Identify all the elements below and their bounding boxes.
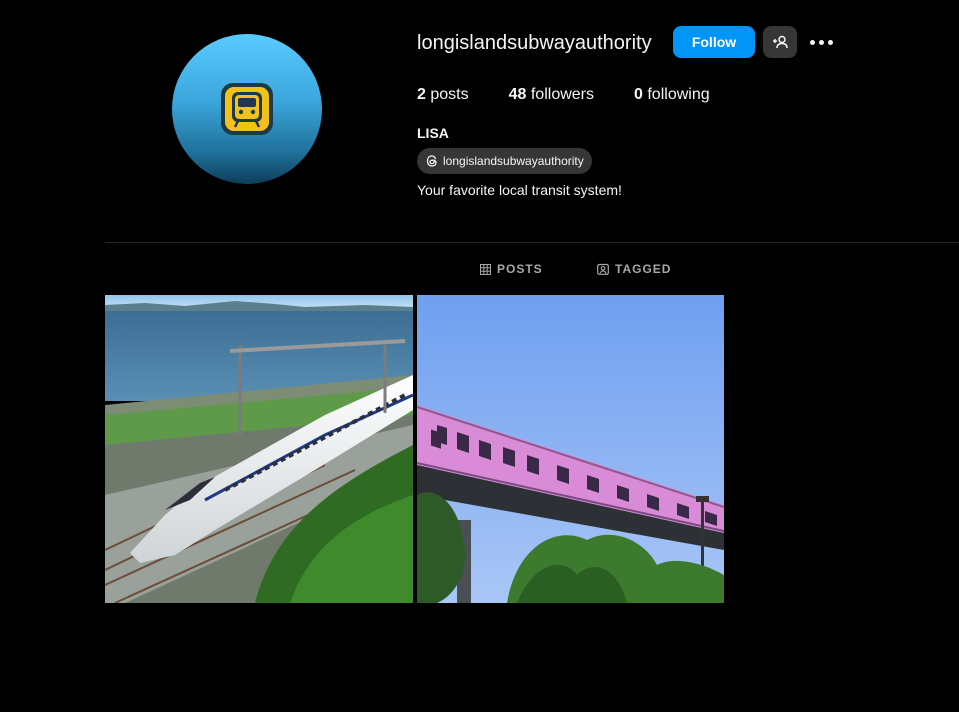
tab-tagged[interactable]: TAGGED [597,262,671,276]
threads-link[interactable]: longislandsubwayauthority [417,148,592,174]
subway-logo-icon [221,83,273,135]
pink-train-photo [417,295,724,603]
profile-bio: Your favorite local transit system! [417,182,622,198]
post-thumbnail-pink-train[interactable] [417,295,724,603]
threads-handle: longislandsubwayauthority [443,154,584,168]
tagged-icon [597,263,609,275]
more-options-button[interactable] [806,30,836,54]
suggest-people-button[interactable] [763,26,797,58]
threads-icon [426,155,437,167]
bullet-train-photo [105,295,413,603]
profile-username: longislandsubwayauthority [417,32,652,54]
profile-avatar[interactable] [172,34,322,184]
add-person-icon [773,35,788,49]
post-thumbnail-bullet-train[interactable] [105,295,413,603]
more-dots-icon [809,39,815,45]
following-stat[interactable]: 0 following [634,86,710,104]
section-divider [105,242,959,243]
posts-stat: 2 posts [417,86,469,103]
profile-full-name: LISA [417,125,449,141]
profile-stats: 2 posts 48 followers 0 following [417,86,750,104]
follow-button[interactable]: Follow [673,26,755,58]
grid-icon [480,263,491,275]
tab-posts[interactable]: POSTS [480,262,543,276]
followers-stat[interactable]: 48 followers [509,86,594,104]
